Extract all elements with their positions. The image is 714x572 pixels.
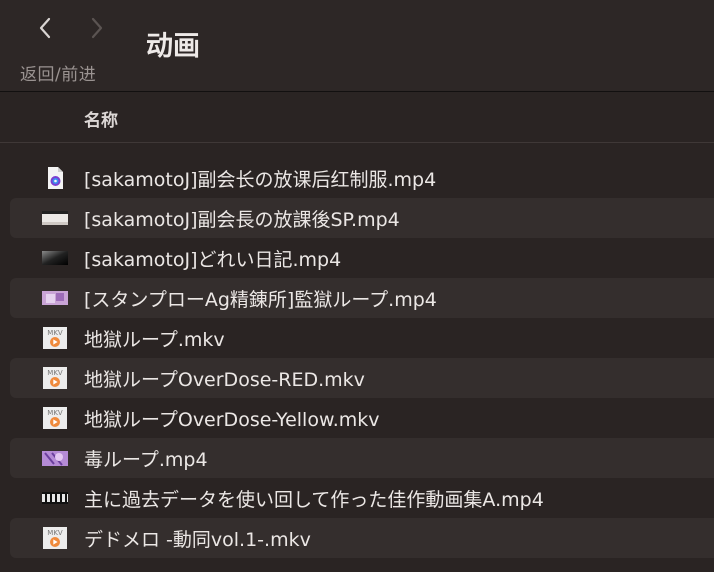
file-name: [sakamotoJ]どれい日記.mp4 [84, 249, 342, 271]
file-name: 地獄ループOverDose-Yellow.mkv [84, 409, 380, 431]
window-title: 动画 [146, 31, 200, 62]
video-thumbnail-icon [42, 486, 68, 510]
toolbar: 返回/前进 动画 [0, 0, 714, 92]
file-row[interactable]: MKV 地獄ループ.mkv [10, 318, 714, 358]
file-row[interactable]: [スタンプローAg精錬所]監獄ループ.mp4 [10, 278, 714, 318]
file-name: 主に過去データを使い回して作った佳作動画集A.mp4 [84, 489, 544, 511]
chevron-right-icon [91, 17, 103, 39]
list-header: 名称 [0, 93, 714, 143]
svg-text:MKV: MKV [47, 409, 63, 417]
mkv-file-icon: MKV [42, 526, 68, 550]
file-name: [sakamotoJ]副会長の放課後SP.mp4 [84, 209, 400, 231]
file-name: [sakamotoJ]副会长の放课后红制服.mp4 [84, 169, 437, 191]
file-row[interactable]: [sakamotoJ]副会长の放课后红制服.mp4 [10, 158, 714, 198]
forward-button[interactable] [84, 14, 110, 42]
mkv-file-icon: MKV [42, 326, 68, 350]
file-row[interactable]: MKV デドメロ -動同vol.1-.mkv [10, 518, 714, 558]
back-button[interactable] [32, 14, 58, 42]
video-thumbnail-icon [42, 206, 68, 230]
quicktime-document-icon [42, 166, 68, 190]
nav-label: 返回/前进 [20, 65, 97, 85]
file-list: [sakamotoJ]副会长の放课后红制服.mp4 [sakamotoJ]副会長… [0, 158, 714, 558]
file-row[interactable]: 毒ループ.mp4 [10, 438, 714, 478]
file-name: 毒ループ.mp4 [84, 449, 208, 471]
file-row[interactable]: [sakamotoJ]どれい日記.mp4 [10, 238, 714, 278]
mkv-file-icon: MKV [42, 366, 68, 390]
svg-text:MKV: MKV [47, 369, 63, 377]
file-row[interactable]: 主に過去データを使い回して作った佳作動画集A.mp4 [10, 478, 714, 518]
video-thumbnail-icon [42, 286, 68, 310]
name-column-header[interactable]: 名称 [84, 106, 118, 131]
svg-text:MKV: MKV [47, 529, 63, 537]
chevron-left-icon [39, 17, 51, 39]
svg-text:MKV: MKV [47, 329, 63, 337]
video-thumbnail-icon [42, 246, 68, 270]
file-row[interactable]: MKV 地獄ループOverDose-RED.mkv [10, 358, 714, 398]
file-row[interactable]: MKV 地獄ループOverDose-Yellow.mkv [10, 398, 714, 438]
file-name: [スタンプローAg精錬所]監獄ループ.mp4 [84, 289, 437, 311]
mkv-file-icon: MKV [42, 406, 68, 430]
file-name: 地獄ループOverDose-RED.mkv [84, 369, 365, 391]
file-name: 地獄ループ.mkv [84, 329, 225, 351]
file-row[interactable]: [sakamotoJ]副会長の放課後SP.mp4 [10, 198, 714, 238]
video-thumbnail-icon [42, 446, 68, 470]
file-name: デドメロ -動同vol.1-.mkv [84, 529, 311, 551]
